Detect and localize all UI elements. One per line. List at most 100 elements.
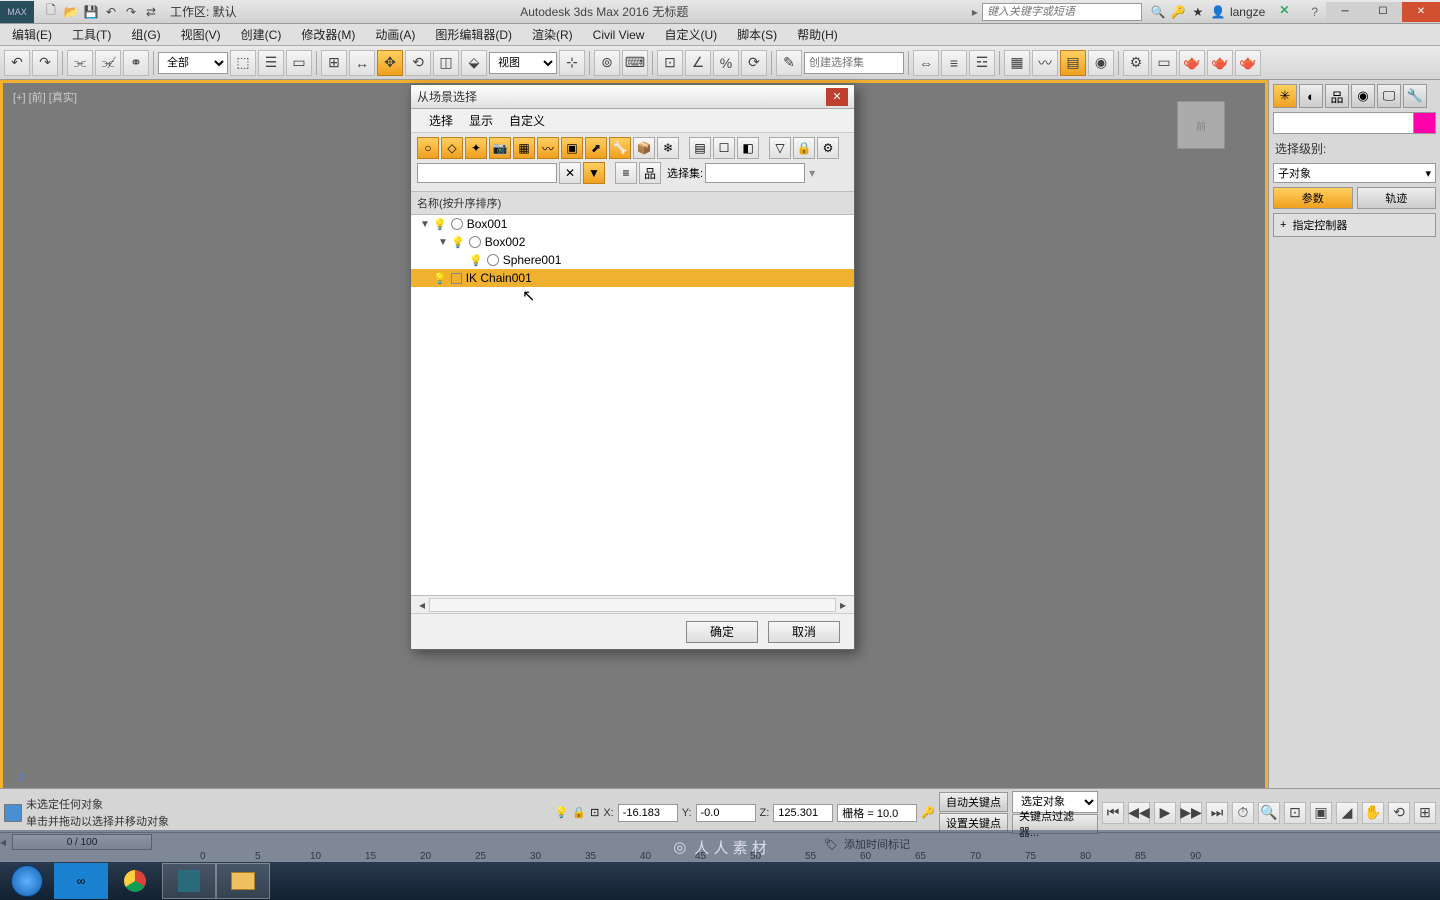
taskbar-chrome[interactable] [108, 863, 162, 899]
zoom-icon[interactable]: 🔍 [1258, 802, 1280, 824]
tab-hierarchy[interactable]: 品 [1325, 84, 1349, 108]
viewcube[interactable]: 前 [1177, 101, 1225, 149]
select-move-button[interactable]: ↔ [349, 50, 375, 76]
assign-controller-rollout[interactable]: + 指定控制器 [1273, 213, 1436, 237]
close-button[interactable]: ✕ [1402, 2, 1440, 22]
menu-edit[interactable]: 编辑(E) [8, 24, 56, 45]
add-time-marker[interactable]: 添加时间标记 [844, 836, 910, 852]
dialog-menu-customize[interactable]: 自定义 [509, 112, 545, 129]
dialog-close-button[interactable]: ✕ [826, 88, 848, 106]
angle-snap-button[interactable]: ∠ [685, 50, 711, 76]
binoculars-icon[interactable]: 🔍 [1150, 4, 1166, 20]
dropdown-arrow-icon[interactable]: ▾ [809, 166, 815, 180]
refcoord-dropdown[interactable]: 视图 [489, 52, 557, 74]
selection-set-dropdown[interactable] [705, 163, 805, 183]
menu-graph[interactable]: 图形编辑器(D) [431, 24, 516, 45]
select-name-button[interactable]: ☰ [258, 50, 284, 76]
infocenter-arrow-icon[interactable]: ▸ [972, 5, 978, 19]
prev-frame-icon[interactable]: ◀◀ [1128, 802, 1150, 824]
dialog-menu-display[interactable]: 显示 [469, 112, 493, 129]
menu-create[interactable]: 创建(C) [237, 24, 286, 45]
ribbon-toggle-button[interactable]: ▦ [1004, 50, 1030, 76]
tab-display[interactable]: 🖵 [1377, 84, 1401, 108]
dialog-hscroll[interactable]: ◂ ▸ [411, 595, 854, 613]
filter-xrefs-icon[interactable]: ⬈ [585, 137, 607, 159]
auto-key-button[interactable]: 自动关键点 [939, 792, 1008, 812]
filter-lights-icon[interactable]: ✦ [465, 137, 487, 159]
rotate-button[interactable]: ⟲ [405, 50, 431, 76]
list-item[interactable]: ▼ 💡 Box001 [411, 215, 854, 233]
lock-selection-icon[interactable]: 💡 [555, 806, 569, 819]
dialog-object-list[interactable]: ▼ 💡 Box001 ▼ 💡 Box002 💡 Sphere001 💡 IK C… [411, 215, 854, 595]
taskbar-3dsmax[interactable] [162, 863, 216, 899]
selection-level-dropdown[interactable]: 子对象▾ [1273, 163, 1436, 183]
menu-script[interactable]: 脚本(S) [733, 24, 781, 45]
select-object-button[interactable]: ⬚ [230, 50, 256, 76]
list-item[interactable]: ▼ 💡 Box002 [411, 233, 854, 251]
time-tag-icon[interactable]: 🏷 [824, 838, 838, 851]
start-button[interactable] [0, 862, 54, 900]
render-production-button[interactable]: 🫖 [1207, 50, 1233, 76]
taskbar-app-1[interactable]: ∞ [54, 863, 108, 899]
tab-motion[interactable]: ◉ [1351, 84, 1375, 108]
dialog-search-input[interactable] [417, 163, 557, 183]
render-setup-button[interactable]: ⚙ [1123, 50, 1149, 76]
save-icon[interactable]: 💾 [82, 3, 100, 21]
filter-funnel-icon[interactable]: ▽ [769, 137, 791, 159]
open-icon[interactable]: 📂 [62, 3, 80, 21]
scroll-left-icon[interactable]: ◂ [415, 598, 429, 612]
isolate-icon[interactable]: ⊡ [590, 806, 599, 819]
orbit-icon[interactable]: ⟲ [1388, 802, 1410, 824]
help-icon[interactable]: ? [1311, 5, 1318, 19]
schematic-view-button[interactable]: ▤ [1060, 50, 1086, 76]
filter-spacewarps-icon[interactable]: 〰 [537, 137, 559, 159]
scroll-right-icon[interactable]: ▸ [836, 598, 850, 612]
new-icon[interactable]: 🗋 [42, 3, 60, 21]
expand-icon[interactable]: ▼ [419, 219, 431, 230]
tab-create[interactable]: ✳ [1273, 84, 1297, 108]
filter-containers-icon[interactable]: 📦 [633, 137, 655, 159]
key-filters-button[interactable]: 关键点过滤器... [1012, 814, 1098, 834]
bind-button[interactable]: ⚭ [123, 50, 149, 76]
keyboard-shortcut-button[interactable]: ⌨ [622, 50, 648, 76]
move-button[interactable]: ✥ [377, 50, 403, 76]
selection-filter-dropdown[interactable]: 全部 [158, 52, 228, 74]
x-value[interactable]: -16.183 [618, 804, 678, 822]
parameters-button[interactable]: 参数 [1273, 187, 1353, 209]
select-region-button[interactable]: ▭ [286, 50, 312, 76]
filter-cameras-icon[interactable]: 📷 [489, 137, 511, 159]
filter-groups-icon[interactable]: ▣ [561, 137, 583, 159]
key-icon[interactable]: 🔑 [1170, 4, 1186, 20]
minimize-button[interactable]: ─ [1326, 2, 1364, 22]
named-set-edit-button[interactable]: ✎ [776, 50, 802, 76]
next-frame-icon[interactable]: ▶▶ [1180, 802, 1202, 824]
snap-toggle-button[interactable]: ⊡ [657, 50, 683, 76]
menu-group[interactable]: 组(G) [127, 24, 164, 45]
maximize-vp-icon[interactable]: ⊞ [1414, 802, 1436, 824]
y-value[interactable]: -0.0 [696, 804, 756, 822]
select-all-icon[interactable]: ▤ [689, 137, 711, 159]
spinner-snap-button[interactable]: ⟳ [741, 50, 767, 76]
unlink-button[interactable]: ⫘̸ [95, 50, 121, 76]
filter-helpers-icon[interactable]: ▦ [513, 137, 535, 159]
filter-geometry-icon[interactable]: ○ [417, 137, 439, 159]
dialog-list-header[interactable]: 名称(按升序排序) [411, 192, 854, 215]
list-item[interactable]: 💡 Sphere001 [411, 251, 854, 269]
taskbar-explorer[interactable] [216, 863, 270, 899]
scale-button[interactable]: ◫ [433, 50, 459, 76]
percent-snap-button[interactable]: % [713, 50, 739, 76]
play-icon[interactable]: ▶ [1154, 802, 1176, 824]
menu-animation[interactable]: 动画(A) [371, 24, 419, 45]
manipulate-button[interactable]: ⊚ [594, 50, 620, 76]
render-frame-button[interactable]: ▭ [1151, 50, 1177, 76]
set-key-button[interactable]: 设置关键点 [939, 813, 1008, 833]
dialog-titlebar[interactable]: 从场景选择 ✕ [411, 85, 854, 109]
visibility-icon[interactable]: 💡 [433, 272, 447, 285]
settings-icon[interactable]: ⚙ [817, 137, 839, 159]
visibility-icon[interactable]: 💡 [433, 218, 447, 231]
menu-render[interactable]: 渲染(R) [528, 24, 577, 45]
expand-icon[interactable]: ▼ [437, 237, 449, 248]
align-button[interactable]: ≡ [941, 50, 967, 76]
undo-icon[interactable]: ↶ [102, 3, 120, 21]
zoom-all-icon[interactable]: ⊡ [1284, 802, 1306, 824]
